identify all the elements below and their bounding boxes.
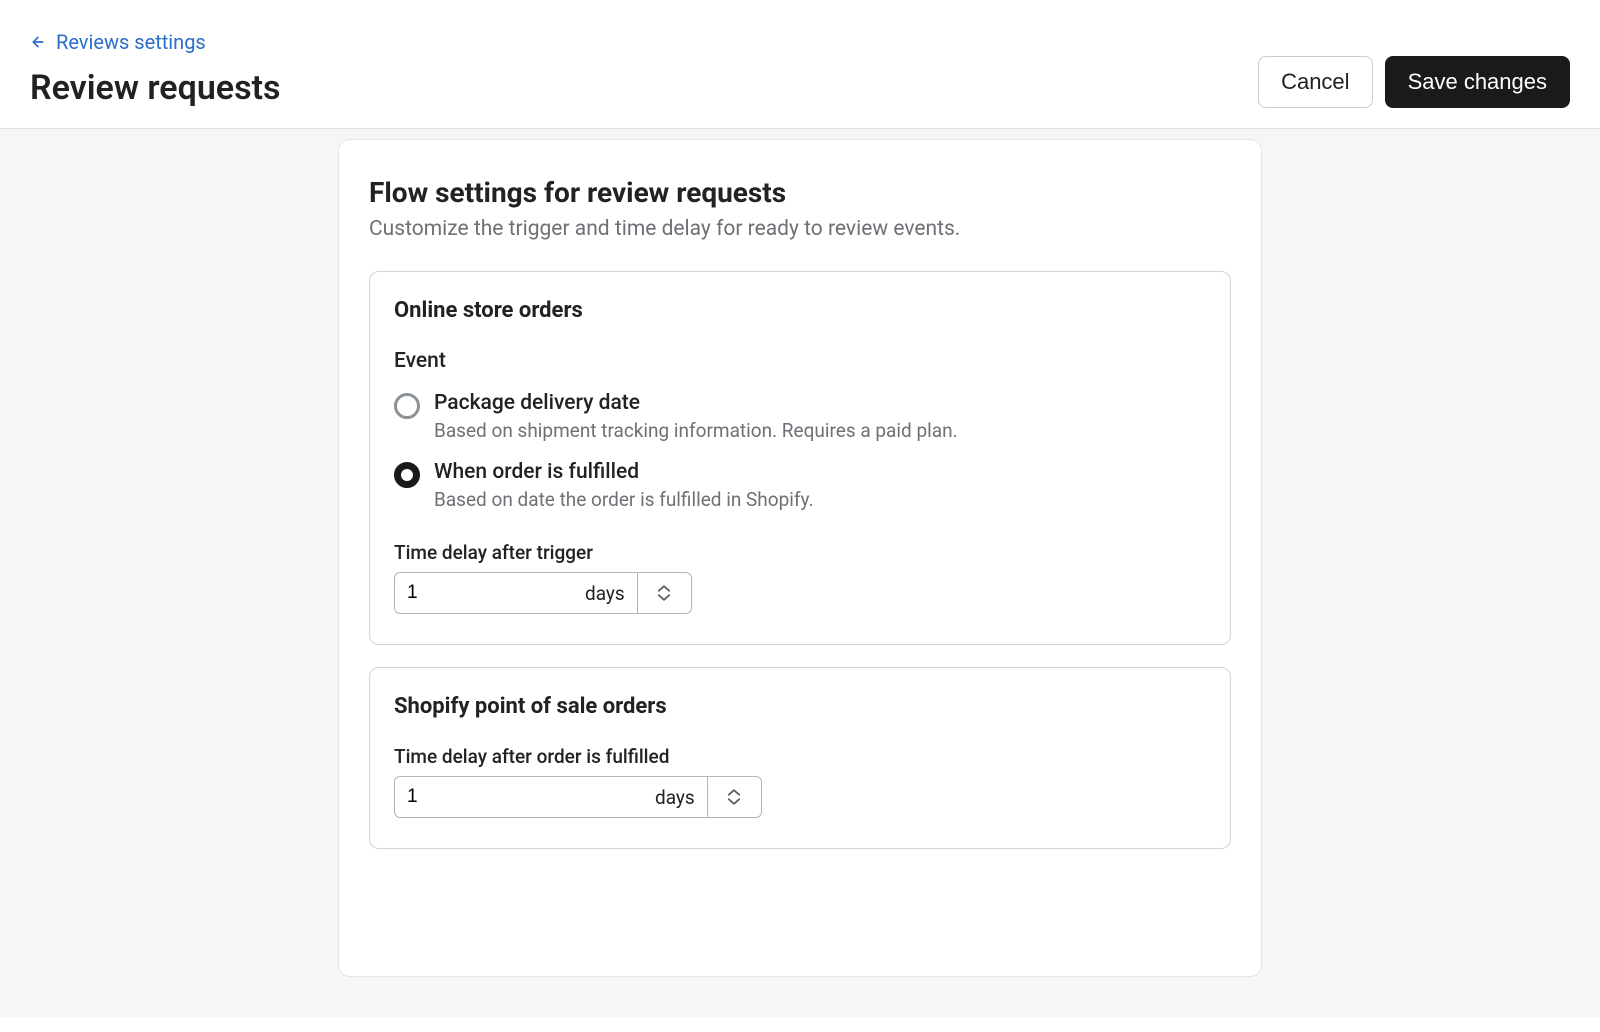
breadcrumb-back[interactable]: Reviews settings <box>30 30 280 54</box>
pos-delay-unit: days <box>655 786 695 809</box>
online-delay-label: Time delay after trigger <box>394 541 1206 564</box>
settings-card: Flow settings for review requests Custom… <box>338 139 1262 977</box>
radio-icon <box>394 393 420 419</box>
radio-package-delivery[interactable]: Package delivery date Based on shipment … <box>394 391 1206 442</box>
pos-orders-panel: Shopify point of sale orders Time delay … <box>369 667 1231 849</box>
event-label: Event <box>394 349 1206 373</box>
online-delay-input[interactable] <box>407 582 567 604</box>
radio-desc: Based on shipment tracking information. … <box>434 419 958 442</box>
pos-delay-label: Time delay after order is fulfilled <box>394 745 1206 768</box>
event-radio-group: Package delivery date Based on shipment … <box>394 391 1206 511</box>
arrow-left-icon <box>30 34 46 50</box>
content-area: Flow settings for review requests Custom… <box>0 129 1600 1017</box>
radio-order-fulfilled[interactable]: When order is fulfilled Based on date th… <box>394 460 1206 511</box>
save-button[interactable]: Save changes <box>1385 56 1570 108</box>
chevron-up-icon <box>727 788 741 797</box>
card-title: Flow settings for review requests <box>369 176 1231 209</box>
radio-desc: Based on date the order is fulfilled in … <box>434 488 814 511</box>
radio-label: Package delivery date <box>434 391 958 415</box>
pos-delay-spinner[interactable] <box>707 777 761 817</box>
online-delay-unit: days <box>585 582 625 605</box>
breadcrumb-label: Reviews settings <box>56 30 206 54</box>
pos-delay-stepper: days <box>394 776 762 818</box>
online-delay-stepper: days <box>394 572 692 614</box>
chevron-up-icon <box>657 584 671 593</box>
chevron-down-icon <box>657 593 671 602</box>
page-header: Reviews settings Review requests Cancel … <box>0 0 1600 129</box>
online-delay-spinner[interactable] <box>637 573 691 613</box>
card-subtitle: Customize the trigger and time delay for… <box>369 217 1231 241</box>
chevron-down-icon <box>727 797 741 806</box>
radio-icon <box>394 462 420 488</box>
cancel-button[interactable]: Cancel <box>1258 56 1372 108</box>
pos-orders-title: Shopify point of sale orders <box>394 694 1206 719</box>
online-orders-title: Online store orders <box>394 298 1206 323</box>
header-actions: Cancel Save changes <box>1258 56 1570 108</box>
page-title: Review requests <box>30 68 280 108</box>
radio-label: When order is fulfilled <box>434 460 814 484</box>
pos-delay-input[interactable] <box>407 786 637 808</box>
online-orders-panel: Online store orders Event Package delive… <box>369 271 1231 645</box>
